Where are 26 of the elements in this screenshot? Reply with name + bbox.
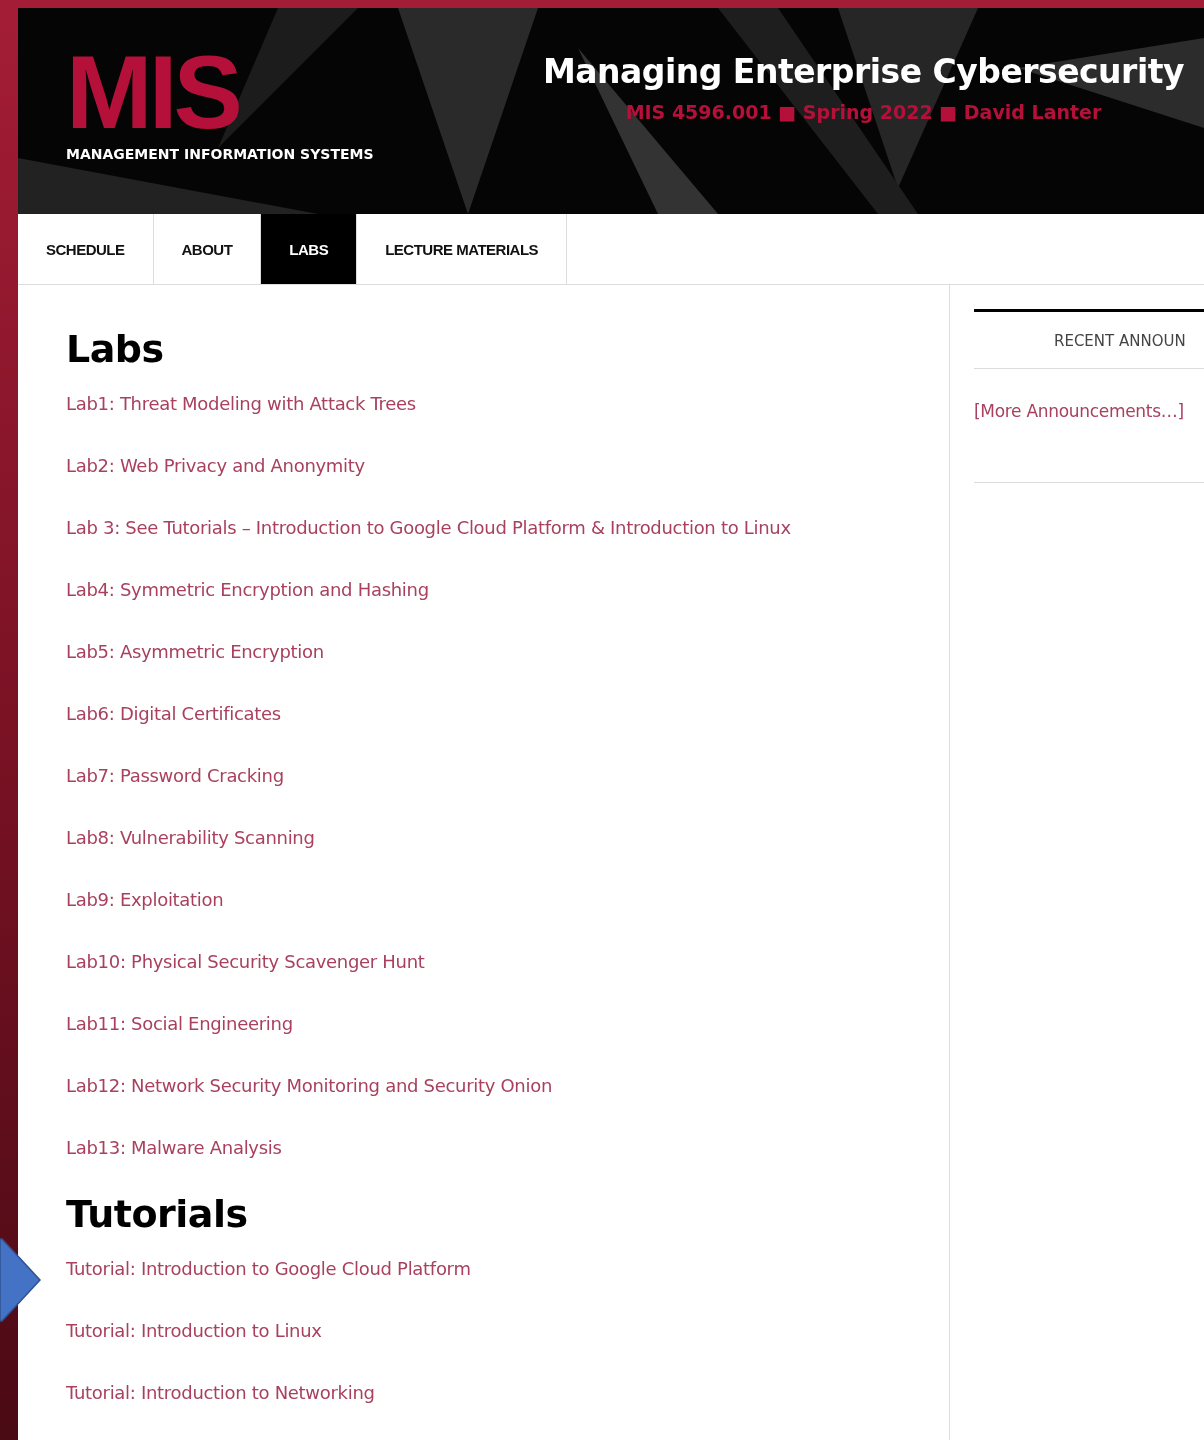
- page-link[interactable]: Lab 3: See Tutorials – Introduction to Google Cloud Platform & Introduction to Linux: [66, 517, 791, 538]
- panel-heading: RECENT ANNOUN: [974, 312, 1204, 369]
- site-title: Managing Enterprise Cybersecurity: [542, 52, 1184, 91]
- page-link[interactable]: Lab13: Malware Analysis: [66, 1137, 282, 1158]
- page-link[interactable]: Lab7: Password Cracking: [66, 765, 284, 786]
- page-link[interactable]: Tutorial: Introduction to Networking: [66, 1382, 375, 1403]
- course-subtitle: MIS 4596.001 ■ Spring 2022 ■ David Lanter: [625, 101, 1102, 123]
- page-link[interactable]: Tutorial: Introduction to Linux: [66, 1320, 322, 1341]
- section-heading: Tutorials: [66, 1192, 249, 1236]
- page-link[interactable]: Lab10: Physical Security Scavenger Hunt: [66, 951, 425, 972]
- page-link[interactable]: Lab2: Web Privacy and Anonymity: [66, 455, 365, 476]
- page-link[interactable]: Lab12: Network Security Monitoring and Security Onion: [66, 1075, 552, 1096]
- more-announcements-link[interactable]: [More Announcements…]: [974, 401, 1184, 421]
- logo-text[interactable]: MIS: [66, 48, 374, 136]
- logo-subtitle: MANAGEMENT INFORMATION SYSTEMS: [66, 146, 374, 162]
- page-link[interactable]: Lab9: Exploitation: [66, 889, 224, 910]
- page-link[interactable]: Lab6: Digital Certificates: [66, 703, 281, 724]
- page-link[interactable]: Lab11: Social Engineering: [66, 1013, 293, 1034]
- page-link[interactable]: Tutorial: Introduction to Google Cloud Platform: [66, 1258, 471, 1279]
- page-link[interactable]: Lab4: Symmetric Encryption and Hashing: [66, 579, 429, 600]
- page-link[interactable]: Lab1: Threat Modeling with Attack Trees: [66, 393, 416, 414]
- pointer-arrow-icon: [0, 1238, 42, 1322]
- nav-tab[interactable]: LABS: [261, 214, 358, 284]
- page-link[interactable]: Lab5: Asymmetric Encryption: [66, 641, 324, 662]
- section-heading: Labs: [66, 327, 165, 371]
- page-link[interactable]: Lab8: Vulnerability Scanning: [66, 827, 315, 848]
